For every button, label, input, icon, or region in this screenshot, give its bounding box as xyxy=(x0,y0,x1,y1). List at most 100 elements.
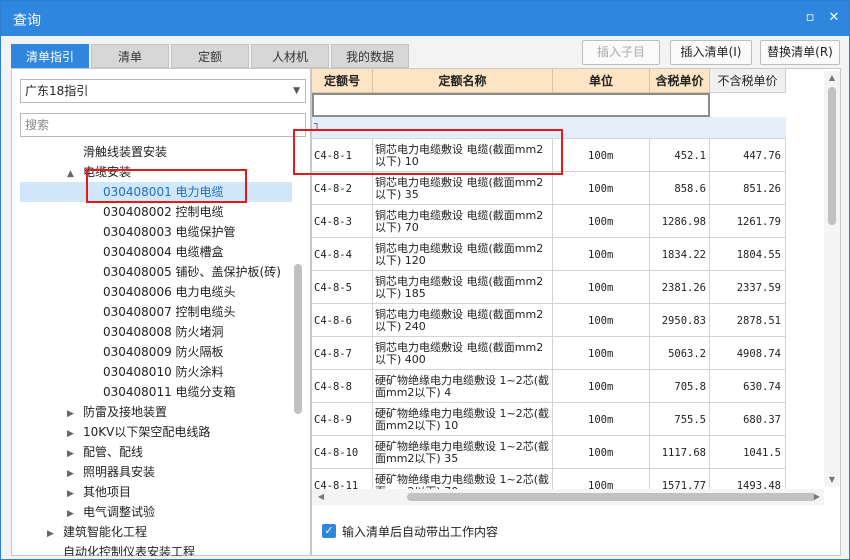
grid-horizontal-scrollbar[interactable]: ◀ ▶ xyxy=(312,489,824,505)
tree-node-label: 其他项目 xyxy=(83,485,132,499)
tree-node[interactable]: ▶ 建筑智能化工程 xyxy=(47,522,147,542)
tree-node[interactable]: 030408004 电缆槽盒 xyxy=(103,242,224,262)
tree-node[interactable]: 自动化控制仪表安装工程 xyxy=(63,542,195,556)
cell-notax-price: 4908.74 xyxy=(710,337,786,370)
table-row[interactable]: C4-8-9 硬矿物绝缘电力电缆敷设 1~2芯(截面mm2以下) 10 100m… xyxy=(312,403,786,436)
cell-notax-price: 630.74 xyxy=(710,370,786,403)
tree-expander-icon[interactable]: ▶ xyxy=(47,524,57,544)
tree-node-label: 电气调整试验 xyxy=(83,505,156,519)
tree-node[interactable]: 030408009 防火隔板 xyxy=(103,342,224,362)
tab-quota[interactable]: 定额 xyxy=(171,44,249,68)
group-band: ┐ xyxy=(312,117,786,139)
tree-expander-icon[interactable]: ▶ xyxy=(67,504,77,524)
col-header-code[interactable]: 定额号 xyxy=(312,69,373,93)
cell-tax-price: 1571.77 xyxy=(650,469,710,489)
table-row[interactable]: C4-8-8 硬矿物绝缘电力电缆敷设 1~2芯(截面mm2以下) 4 100m … xyxy=(312,370,786,403)
insert-child-button[interactable]: 插入子目 xyxy=(582,40,660,65)
cell-unit: 100m xyxy=(553,337,650,370)
grid-vertical-scrollbar[interactable]: ▲ ▼ xyxy=(824,71,840,487)
table-row[interactable]: C4-8-2 铜芯电力电缆敷设 电缆(截面mm2以下) 35 100m 858.… xyxy=(312,172,786,205)
tree-node[interactable]: ▶ 10KV以下架空配电线路 xyxy=(67,422,210,442)
replace-list-button[interactable]: 替换清单(R) xyxy=(760,40,840,65)
cell-unit: 100m xyxy=(553,139,650,172)
tree-node-label: 030408008 防火堵洞 xyxy=(103,325,224,339)
cell-tax-price: 1117.68 xyxy=(650,436,710,469)
minimize-icon[interactable]: ▫ xyxy=(801,9,819,27)
grid-horizontal-thumb[interactable] xyxy=(407,493,816,501)
table-row[interactable]: C4-8-6 铜芯电力电缆敷设 电缆(截面mm2以下) 240 100m 295… xyxy=(312,304,786,337)
col-header-name[interactable]: 定额名称 xyxy=(373,69,553,93)
scroll-right-icon[interactable]: ▶ xyxy=(810,489,824,505)
tree-node[interactable]: ▶ 配管、配线 xyxy=(67,442,143,462)
tree-expander-icon[interactable]: ▶ xyxy=(67,404,77,424)
tab-list-guide[interactable]: 清单指引 xyxy=(11,44,89,68)
guide-tree: 滑触线装置安装 ▲ 电缆安装 030408001 电力电缆 030408002 控… xyxy=(12,142,292,556)
col-header-notax-price[interactable]: 不含税单价 xyxy=(710,69,786,93)
tree-node[interactable]: 030408010 防火涂料 xyxy=(103,362,224,382)
tree-expander-icon[interactable]: ▲ xyxy=(67,164,77,184)
tree-node[interactable]: ▶ 防雷及接地装置 xyxy=(67,402,167,422)
tree-node[interactable]: 030408006 电力电缆头 xyxy=(103,282,236,302)
tree-expander-icon[interactable]: ▶ xyxy=(67,424,77,444)
tree-node[interactable]: 滑触线装置安装 xyxy=(67,142,167,162)
filter-input-row[interactable] xyxy=(312,93,710,117)
search-input[interactable] xyxy=(20,113,306,137)
tree-node[interactable]: 030408007 控制电缆头 xyxy=(103,302,236,322)
cell-notax-price: 1804.55 xyxy=(710,238,786,271)
cell-tax-price: 755.5 xyxy=(650,403,710,436)
quota-panel: 定额号 定额名称 单位 含税单价 不含税单价 ┐ C4-8-1 铜芯电力电缆敷设… xyxy=(311,68,841,556)
tree-node[interactable]: 030408011 电缆分支箱 xyxy=(103,382,236,402)
tree-node[interactable]: 030408002 控制电缆 xyxy=(103,202,224,222)
tree-node-label: 030408003 电缆保护管 xyxy=(103,225,236,239)
table-row[interactable]: C4-8-10 硬矿物绝缘电力电缆敷设 1~2芯(截面mm2以下) 35 100… xyxy=(312,436,786,469)
cell-tax-price: 1286.98 xyxy=(650,205,710,238)
cell-unit: 100m xyxy=(553,304,650,337)
tree-node[interactable]: ▶ 其他项目 xyxy=(67,482,131,502)
cell-code: C4-8-4 xyxy=(312,238,373,271)
auto-work-checkbox[interactable]: ✓ xyxy=(322,524,336,538)
cell-unit: 100m xyxy=(553,238,650,271)
tree-node[interactable]: ▶ 照明器具安装 xyxy=(67,462,155,482)
cell-notax-price: 1493.48 xyxy=(710,469,786,489)
table-row[interactable]: C4-8-1 铜芯电力电缆敷设 电缆(截面mm2以下) 10 100m 452.… xyxy=(312,139,786,172)
grid-vertical-thumb[interactable] xyxy=(828,87,836,225)
scroll-left-icon[interactable]: ◀ xyxy=(314,489,328,505)
cell-tax-price: 858.6 xyxy=(650,172,710,205)
guide-select[interactable]: 广东18指引 ▼ xyxy=(20,79,306,103)
cell-name: 硬矿物绝缘电力电缆敷设 1~2芯(截面mm2以下) 35 xyxy=(373,436,553,469)
tab-list[interactable]: 清单 xyxy=(91,44,169,68)
tree-scrollbar-thumb[interactable] xyxy=(294,264,302,414)
chevron-down-icon: ▼ xyxy=(293,86,300,96)
cell-name: 硬矿物绝缘电力电缆敷设 1~2芯(截面mm2以下) 70 xyxy=(373,469,553,489)
tab-my-data[interactable]: 我的数据 xyxy=(331,44,409,68)
cell-name: 硬矿物绝缘电力电缆敷设 1~2芯(截面mm2以下) 10 xyxy=(373,403,553,436)
tree-node-label: 自动化控制仪表安装工程 xyxy=(63,545,196,556)
cell-code: C4-8-5 xyxy=(312,271,373,304)
scroll-up-icon[interactable]: ▲ xyxy=(824,71,840,85)
table-row[interactable]: C4-8-4 铜芯电力电缆敷设 电缆(截面mm2以下) 120 100m 183… xyxy=(312,238,786,271)
table-row[interactable]: C4-8-3 铜芯电力电缆敷设 电缆(截面mm2以下) 70 100m 1286… xyxy=(312,205,786,238)
tree-scrollbar[interactable] xyxy=(293,142,303,556)
table-row[interactable]: C4-8-7 铜芯电力电缆敷设 电缆(截面mm2以下) 400 100m 506… xyxy=(312,337,786,370)
tree-node[interactable]: 030408003 电缆保护管 xyxy=(103,222,236,242)
tab-labor-material[interactable]: 人材机 xyxy=(251,44,329,68)
tree-node-selected[interactable]: 030408001 电力电缆 xyxy=(20,182,292,202)
insert-list-button[interactable]: 插入清单(I) xyxy=(670,40,752,65)
tree-expander-icon[interactable]: ▶ xyxy=(67,484,77,504)
cell-name: 铜芯电力电缆敷设 电缆(截面mm2以下) 400 xyxy=(373,337,553,370)
table-row[interactable]: C4-8-5 铜芯电力电缆敷设 电缆(截面mm2以下) 185 100m 238… xyxy=(312,271,786,304)
tree-node[interactable]: ▲ 电缆安装 xyxy=(67,162,131,182)
tree-expander-icon[interactable]: ▶ xyxy=(67,444,77,464)
tree-node[interactable]: 030408005 铺砂、盖保护板(砖) xyxy=(103,262,281,282)
tree-node[interactable]: 030408008 防火堵洞 xyxy=(103,322,224,342)
scroll-down-icon[interactable]: ▼ xyxy=(824,473,840,487)
tree-node-label: 030408002 控制电缆 xyxy=(103,205,224,219)
col-header-tax-price[interactable]: 含税单价 xyxy=(650,69,710,93)
table-row[interactable]: C4-8-11 硬矿物绝缘电力电缆敷设 1~2芯(截面mm2以下) 70 100… xyxy=(312,469,786,489)
cell-notax-price: 2337.59 xyxy=(710,271,786,304)
close-icon[interactable]: ✕ xyxy=(825,9,843,27)
col-header-unit[interactable]: 单位 xyxy=(553,69,650,93)
cell-notax-price: 1041.5 xyxy=(710,436,786,469)
tree-node[interactable]: ▶ 电气调整试验 xyxy=(67,502,155,522)
tree-expander-icon[interactable]: ▶ xyxy=(67,464,77,484)
